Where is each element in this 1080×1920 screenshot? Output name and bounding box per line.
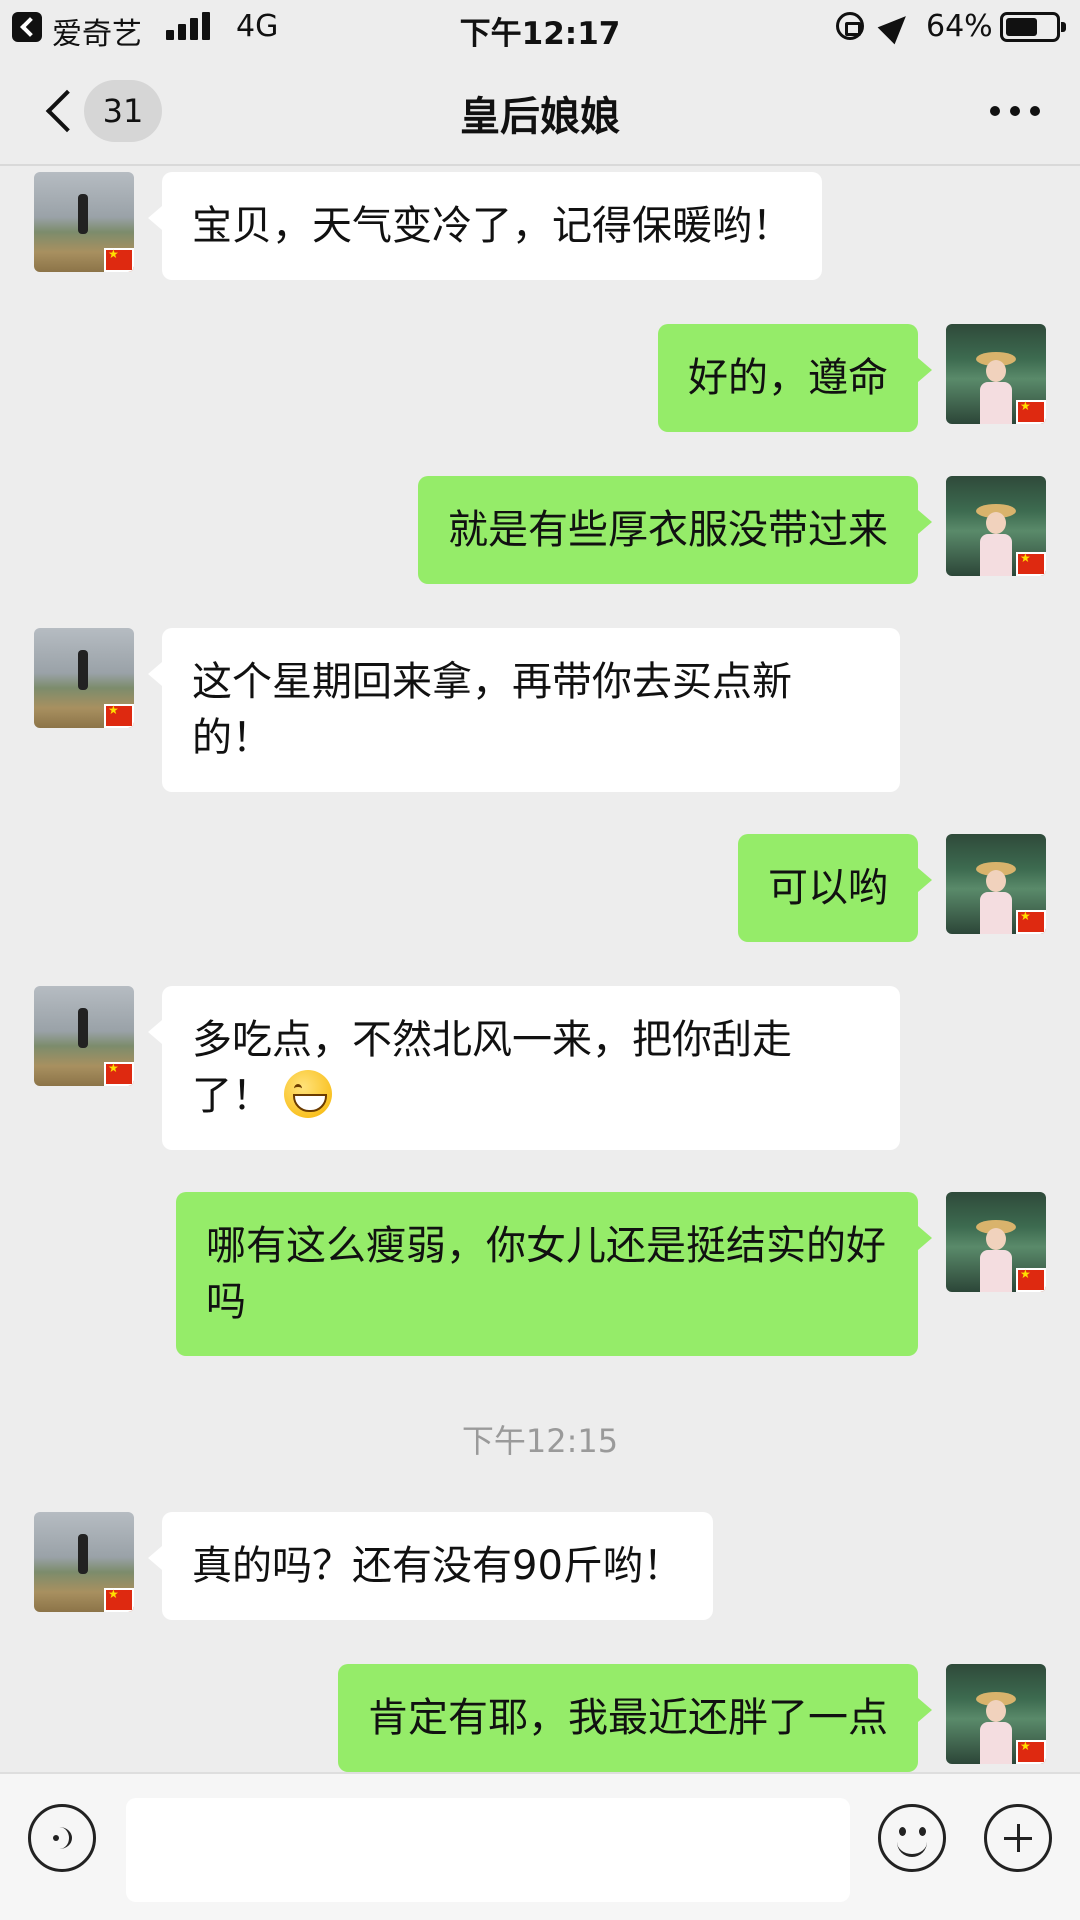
- my-avatar[interactable]: [946, 1192, 1046, 1292]
- china-flag-icon: [1016, 1739, 1046, 1764]
- voice-icon[interactable]: [28, 1804, 96, 1872]
- china-flag-icon: [1016, 1267, 1046, 1292]
- my-avatar[interactable]: [946, 476, 1046, 576]
- message-bubble[interactable]: 肯定有耶，我最近还胖了一点: [338, 1664, 932, 1772]
- message-bubble[interactable]: 就是有些厚衣服没带过来: [418, 476, 932, 584]
- plus-icon[interactable]: [984, 1804, 1052, 1872]
- message-bubble[interactable]: 可以哟: [738, 834, 932, 942]
- china-flag-icon: [1016, 909, 1046, 934]
- contact-avatar[interactable]: [34, 172, 134, 272]
- message-bubble[interactable]: 多吃点，不然北风一来，把你刮走了！: [148, 986, 900, 1150]
- status-time: 下午12:17: [459, 16, 621, 52]
- battery-icon: [1000, 12, 1066, 42]
- rotation-lock-icon: [836, 12, 864, 40]
- contact-avatar[interactable]: [34, 986, 134, 1086]
- china-flag-icon: [1016, 399, 1046, 424]
- my-avatar[interactable]: [946, 1664, 1046, 1764]
- message-bubble[interactable]: 宝贝，天气变冷了，记得保暖哟！: [148, 172, 822, 280]
- more-icon[interactable]: [990, 100, 1040, 120]
- china-flag-icon: [104, 247, 134, 272]
- message-input[interactable]: [126, 1798, 850, 1902]
- china-flag-icon: [104, 703, 134, 728]
- contact-avatar[interactable]: [34, 1512, 134, 1612]
- contact-avatar[interactable]: [34, 628, 134, 728]
- status-bar: 爱奇艺 4G 下午12:17 64%: [0, 0, 1080, 56]
- input-bar: [0, 1772, 1080, 1920]
- message-text: 多吃点，不然北风一来，把你刮走了！: [192, 1017, 792, 1119]
- message-list[interactable]: 宝贝，天气变冷了，记得保暖哟！ 好的，遵命 就是有些厚衣服没带过来 这个星期回来…: [0, 168, 1080, 1772]
- chat-title: 皇后娘娘: [460, 94, 620, 140]
- emoji-icon[interactable]: [878, 1804, 946, 1872]
- grin-emoji-icon: [284, 1070, 332, 1118]
- message-timestamp: 下午12:15: [461, 1422, 619, 1460]
- chat-header: 31 皇后娘娘: [0, 56, 1080, 166]
- message-bubble[interactable]: 这个星期回来拿，再带你去买点新的！: [148, 628, 900, 792]
- battery-percent: 64%: [926, 9, 993, 44]
- my-avatar[interactable]: [946, 834, 1046, 934]
- china-flag-icon: [104, 1587, 134, 1612]
- message-bubble[interactable]: 真的吗？还有没有90斤哟！: [148, 1512, 713, 1620]
- china-flag-icon: [1016, 551, 1046, 576]
- my-avatar[interactable]: [946, 324, 1046, 424]
- china-flag-icon: [104, 1061, 134, 1086]
- message-bubble[interactable]: 好的，遵命: [658, 324, 932, 432]
- message-bubble[interactable]: 哪有这么瘦弱，你女儿还是挺结实的好吗: [176, 1192, 932, 1356]
